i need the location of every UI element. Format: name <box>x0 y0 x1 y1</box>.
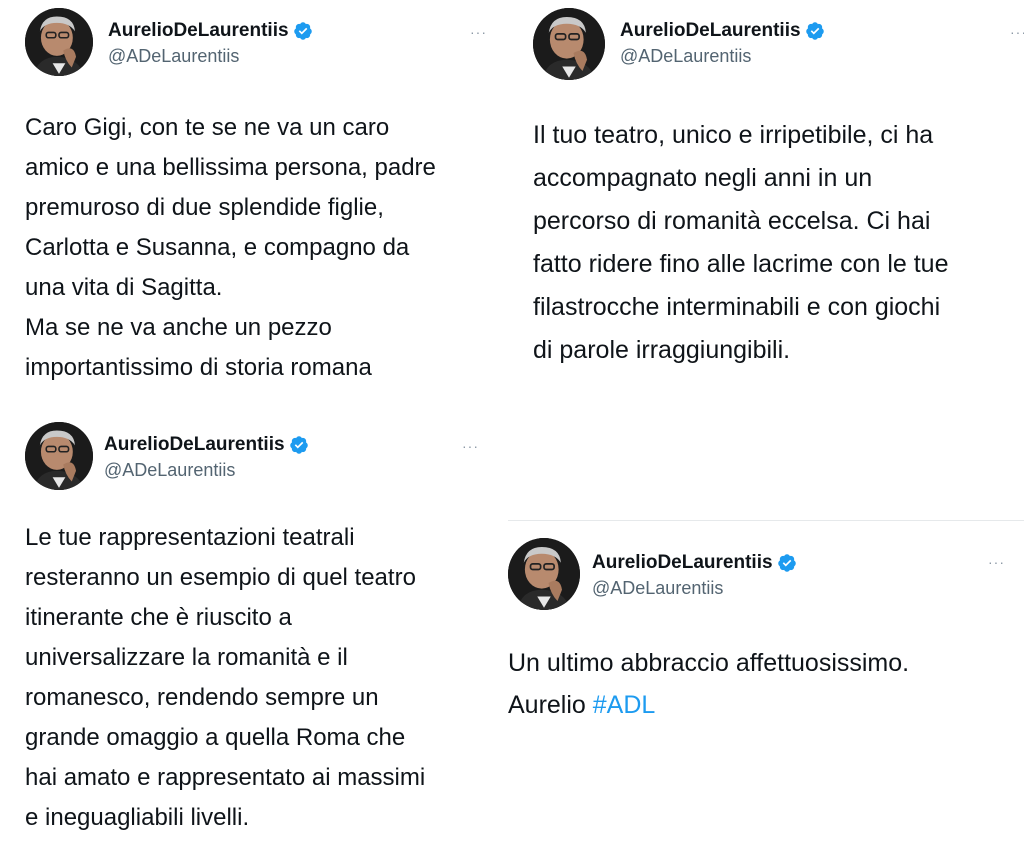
author-name-text: AurelioDeLaurentiis <box>620 20 801 41</box>
verified-badge-icon <box>293 21 313 41</box>
author-handle[interactable]: @ADeLaurentiis <box>108 46 239 67</box>
tweet-line: percorso di romanità eccelsa. Ci hai <box>533 207 931 235</box>
author-name[interactable]: AurelioDeLaurentiis <box>620 20 825 42</box>
tweet-line: filastrocche interminabili e con giochi <box>533 293 941 321</box>
author-handle[interactable]: @ADeLaurentiis <box>620 46 751 67</box>
tweet-card-2: AurelioDeLaurentiis @ADeLaurentiis ··· I… <box>508 0 1024 400</box>
tweet-card-1: AurelioDeLaurentiis @ADeLaurentiis ··· C… <box>0 0 505 400</box>
author-name[interactable]: AurelioDeLaurentiis <box>104 434 309 456</box>
tweet-card-4: AurelioDeLaurentiis @ADeLaurentiis ··· U… <box>508 522 1024 865</box>
divider <box>508 520 1024 521</box>
tweet-line: fatto ridere fino alle lacrime con le tu… <box>533 250 949 278</box>
tweet-text: Il tuo teatro, unico e irripetibile, ci … <box>533 114 949 372</box>
tweet-line: importantissimo di storia romana <box>25 354 372 381</box>
tweet-line: itinerante che è riuscito a <box>25 604 292 631</box>
tweet-line: accompagnato negli anni in un <box>533 164 873 192</box>
tweet-line: Un ultimo abbraccio affettuosissimo. <box>508 649 910 677</box>
verified-badge-icon <box>805 21 825 41</box>
tweet-text: Le tue rappresentazioni teatrali restera… <box>25 518 425 838</box>
tweet-line: grande omaggio a quella Roma che <box>25 724 406 751</box>
tweet-line: hai amato e rappresentato ai massimi <box>25 764 426 791</box>
tweet-line: Ma se ne va anche un pezzo <box>25 314 332 341</box>
tweet-line: premuroso di due splendide figlie, <box>25 194 384 221</box>
tweet-line: amico e una bellissima persona, padre <box>25 154 436 181</box>
avatar[interactable] <box>25 422 93 490</box>
hashtag-link[interactable]: #ADL <box>593 691 656 719</box>
tweet-card-3: AurelioDeLaurentiis @ADeLaurentiis ··· L… <box>0 412 505 865</box>
tweet-line: romanesco, rendendo sempre un <box>25 684 379 711</box>
more-options-icon[interactable]: ··· <box>988 554 1005 570</box>
author-name[interactable]: AurelioDeLaurentiis <box>592 552 797 574</box>
tweet-line: universalizzare la romanità e il <box>25 644 348 671</box>
tweet-line: di parole irraggiungibili. <box>533 336 791 364</box>
avatar[interactable] <box>508 538 580 610</box>
tweet-text: Caro Gigi, con te se ne va un caro amico… <box>25 108 436 388</box>
verified-badge-icon <box>289 435 309 455</box>
avatar[interactable] <box>25 8 93 76</box>
verified-badge-icon <box>777 553 797 573</box>
tweet-line: Le tue rappresentazioni teatrali <box>25 524 355 551</box>
tweet-signature: Aurelio <box>508 691 593 719</box>
tweet-line: Caro Gigi, con te se ne va un caro <box>25 114 390 141</box>
author-handle[interactable]: @ADeLaurentiis <box>104 460 235 481</box>
tweet-text: Un ultimo abbraccio affettuosissimo. Aur… <box>508 642 909 726</box>
author-name[interactable]: AurelioDeLaurentiis <box>108 20 313 42</box>
tweet-line-2: Aurelio #ADL <box>508 684 909 726</box>
tweet-line: resteranno un esempio di quel teatro <box>25 564 416 591</box>
avatar[interactable] <box>533 8 605 80</box>
tweet-line: Il tuo teatro, unico e irripetibile, ci … <box>533 121 934 149</box>
author-handle[interactable]: @ADeLaurentiis <box>592 578 723 599</box>
author-name-text: AurelioDeLaurentiis <box>108 20 289 41</box>
more-options-icon[interactable]: ··· <box>470 24 487 40</box>
tweet-line: una vita di Sagitta. <box>25 274 223 301</box>
more-options-icon[interactable]: ··· <box>462 438 479 454</box>
tweet-line: e ineguagliabili livelli. <box>25 804 250 831</box>
more-options-icon[interactable]: ··· <box>1010 24 1024 40</box>
author-name-text: AurelioDeLaurentiis <box>104 434 285 455</box>
author-name-text: AurelioDeLaurentiis <box>592 552 773 573</box>
tweet-line: Carlotta e Susanna, e compagno da <box>25 234 410 261</box>
